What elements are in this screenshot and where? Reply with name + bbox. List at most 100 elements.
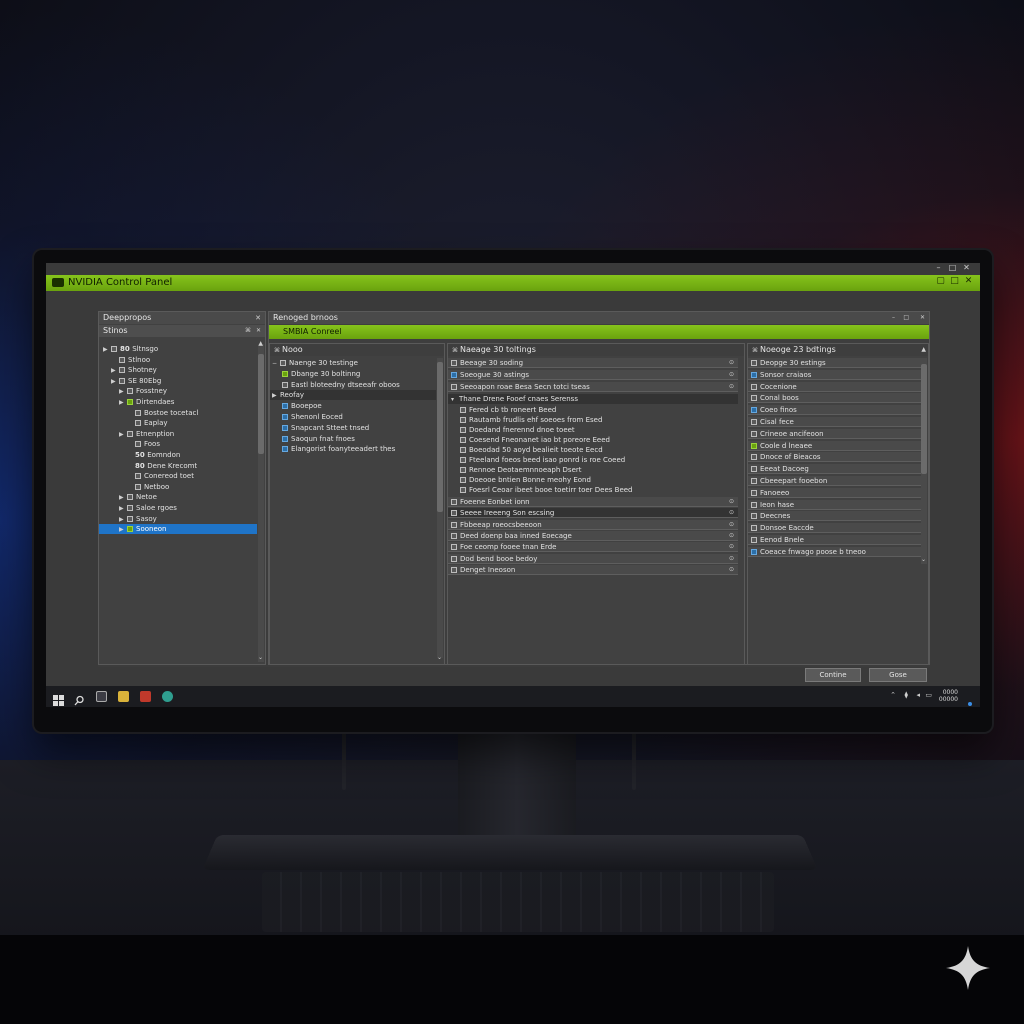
row-action-icon[interactable]: ⊙: [729, 531, 734, 540]
scroll-down-icon[interactable]: ⌄: [921, 556, 926, 563]
setting-row[interactable]: Fbbeeap roeocsbeeoon ⊙: [448, 519, 738, 530]
checkbox[interactable]: [460, 467, 466, 473]
expand-arrow-icon[interactable]: ▶: [272, 391, 280, 400]
tree-item[interactable]: Conereod toet: [99, 471, 257, 481]
list-item[interactable]: Cocenione: [748, 381, 922, 392]
scroll-thumb[interactable]: [437, 362, 443, 512]
setting-row[interactable]: Denget Ineoson ⊙: [448, 564, 738, 575]
tree-item[interactable]: ▶ Sooneon: [99, 524, 257, 535]
setting-row[interactable]: Seeoapon roae Besa Secn totci tseas ⊙: [448, 382, 738, 392]
setting-row[interactable]: Foeene Eonbet ionn ⊙: [448, 497, 738, 507]
battery-icon[interactable]: ▭: [925, 691, 932, 699]
file-explorer-icon[interactable]: [118, 691, 129, 702]
tray-chevron-icon[interactable]: ⌃: [890, 691, 896, 699]
tree-item[interactable]: Stlnoo: [99, 355, 257, 365]
checkbox[interactable]: [460, 457, 466, 463]
scroll-down-icon[interactable]: ⌄: [437, 654, 442, 661]
tree-item[interactable]: Foos: [99, 439, 257, 449]
tree-item[interactable]: ▶ Saloe rgoes: [99, 503, 257, 513]
expand-arrow-icon[interactable]: ▶: [119, 398, 127, 407]
row-action-icon[interactable]: ⊙: [729, 508, 734, 517]
setting-row[interactable]: Seeee Ireeeng Son escsing ⊙: [448, 508, 738, 519]
list-item[interactable]: Fanoeeo: [748, 487, 922, 498]
app-icon[interactable]: [140, 691, 151, 702]
left-tree-scrollbar[interactable]: [258, 344, 264, 662]
list-item[interactable]: − Naenge 30 testinge: [270, 358, 436, 368]
expand-arrow-icon[interactable]: ▶: [119, 504, 127, 513]
list-item[interactable]: Saoqun fnat fnoes: [270, 434, 436, 444]
row-action-icon[interactable]: ⊙: [729, 358, 734, 367]
expand-arrow-icon[interactable]: ▶: [119, 515, 127, 524]
tree-item[interactable]: ▶ 80 Sltnsgo: [99, 344, 257, 354]
titlebar-restore-icon[interactable]: ▢: [935, 276, 946, 286]
search-icon[interactable]: [74, 691, 85, 706]
list-item[interactable]: Donsoe Eaccde: [748, 523, 922, 534]
main-minimize-icon[interactable]: –: [892, 312, 895, 324]
list-item[interactable]: Coeo finos: [748, 405, 922, 416]
tree-item[interactable]: ▶ SE 80Ebg: [99, 376, 257, 386]
left-pane-close2-icon[interactable]: ✕: [256, 325, 261, 337]
list-item[interactable]: Elangorist foanyteeadert thes: [270, 444, 436, 454]
expand-arrow-icon[interactable]: ▶: [103, 345, 111, 354]
list-item[interactable]: Eenod Bnele: [748, 535, 922, 545]
list-item[interactable]: Coeace fnwago poose b tneoo: [748, 546, 922, 557]
tree-item[interactable]: ▶ Sasoy: [99, 514, 257, 524]
setting-row[interactable]: Foe ceomp fooee tnan Erde ⊙: [448, 542, 738, 553]
network-icon[interactable]: ⧫: [905, 691, 908, 699]
checkbox-row[interactable]: Fteeland foeos beed isao ponrd is roe Co…: [448, 455, 738, 465]
row-action-icon[interactable]: ⊙: [729, 370, 734, 379]
pin-icon[interactable]: ⌘: [245, 325, 251, 337]
list-item[interactable]: Dnoce of Bieacos: [748, 452, 922, 463]
row-action-icon[interactable]: ⊙: [729, 542, 734, 551]
checkbox[interactable]: [460, 477, 466, 483]
expand-arrow-icon[interactable]: ▶: [119, 387, 127, 396]
tree-item[interactable]: 50 Eomndon: [99, 450, 257, 460]
checkbox[interactable]: [460, 447, 466, 453]
setting-row[interactable]: Deed doenp baa inned Eoecage ⊙: [448, 530, 738, 541]
scroll-thumb[interactable]: [258, 354, 264, 454]
close-button[interactable]: Gose: [869, 668, 927, 682]
volume-icon[interactable]: ◂: [916, 691, 920, 699]
tree-item[interactable]: ▶ Netoe: [99, 492, 257, 502]
tree-item[interactable]: Bostoe tocetacl: [99, 408, 257, 418]
list-item[interactable]: Dbange 30 boltinng: [270, 369, 436, 379]
expand-arrow-icon[interactable]: −: [272, 359, 280, 368]
list-item[interactable]: Crineoe ancifeoon: [748, 428, 922, 439]
list-item[interactable]: Eastl bloteedny dtseeafr oboos: [270, 380, 436, 390]
system-clock[interactable]: 0000 00000: [939, 689, 958, 703]
setting-row[interactable]: Dod bend booe bedoy ⊙: [448, 553, 738, 564]
scroll-down-icon[interactable]: ⌄: [258, 654, 263, 661]
checkbox-row[interactable]: Fered cb tb roneert Beed: [448, 405, 738, 415]
tree-item[interactable]: ▶ Fosstney: [99, 386, 257, 396]
checkbox-row[interactable]: Boeodad 50 aoyd bealieit toeote Eecd: [448, 445, 738, 455]
tree-item[interactable]: ▶ Etnenption: [99, 429, 257, 439]
task-view-icon[interactable]: [96, 691, 107, 702]
scroll-up-icon[interactable]: ▲: [921, 346, 926, 353]
tree-item[interactable]: Eaplay: [99, 418, 257, 428]
expand-arrow-icon[interactable]: ▶: [119, 525, 127, 534]
scroll-up-icon[interactable]: ▲: [258, 340, 263, 347]
browser-icon[interactable]: [162, 691, 173, 702]
row-action-icon[interactable]: ⊙: [729, 520, 734, 529]
list-item[interactable]: Booepoe: [270, 401, 436, 411]
col3-scrollbar[interactable]: [921, 358, 927, 564]
list-item[interactable]: Cisal fece: [748, 417, 922, 427]
checkbox-row[interactable]: Foesrl Ceoar ibeet booe toetirr toer Dee…: [448, 485, 738, 495]
main-maximize-icon[interactable]: □: [903, 312, 909, 324]
tab-label[interactable]: Renoged brnoos: [273, 313, 338, 322]
checkbox-row[interactable]: Doeooe bntien Bonne meohy Eond: [448, 475, 738, 485]
checkbox-row[interactable]: Doedand fnerennd dnoe toeet: [448, 425, 738, 435]
row-action-icon[interactable]: ⊙: [729, 554, 734, 563]
list-item[interactable]: Eeeat Dacoeg: [748, 464, 922, 475]
checkbox-row[interactable]: Rennoe Deotaemnnoeaph Dsert: [448, 465, 738, 475]
list-item[interactable]: Shenonl Eoced: [270, 412, 436, 422]
row-action-icon[interactable]: ⊙: [729, 565, 734, 574]
list-item[interactable]: Deecnes: [748, 511, 922, 522]
checkbox[interactable]: [460, 487, 466, 493]
tree-item[interactable]: Netboo: [99, 482, 257, 492]
left-pane-close-icon[interactable]: ✕: [255, 312, 261, 324]
list-item[interactable]: Ieon hase: [748, 499, 922, 510]
titlebar-minimize-icon[interactable]: □: [949, 276, 960, 286]
collapse-icon[interactable]: ▾: [451, 395, 459, 404]
list-item[interactable]: Sonsor craiaos: [748, 369, 922, 380]
